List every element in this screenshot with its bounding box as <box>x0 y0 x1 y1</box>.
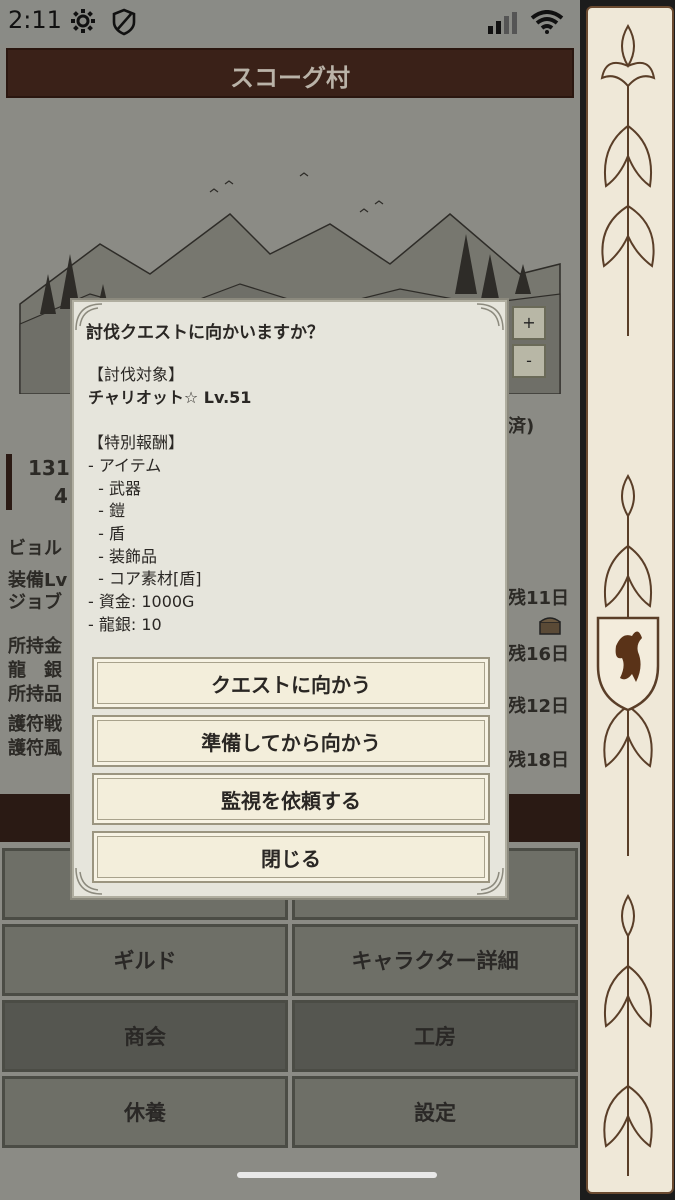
reward-line: - 武器 <box>88 479 142 498</box>
go-to-quest-button[interactable]: クエストに向かう <box>92 657 490 709</box>
stat-value-1: 131 <box>28 456 70 480</box>
settings-gear-icon <box>71 9 95 33</box>
reward-header: 【特別報酬】 <box>88 433 185 452</box>
stat-bar-marker <box>6 454 12 510</box>
reward-line: - 装飾品 <box>88 547 158 566</box>
label-charm-wind: 護符風 <box>8 738 62 759</box>
request-watch-button[interactable]: 監視を依頼する <box>92 773 490 825</box>
wifi-icon <box>530 10 564 34</box>
reward-line: - 龍銀: 10 <box>88 615 162 634</box>
zoom-out-button[interactable]: - <box>512 344 546 378</box>
reward-line: - アイテム <box>88 456 162 475</box>
workshop-button[interactable]: 工房 <box>292 1000 578 1072</box>
dialog-question: 討伐クエストに向かいますか？ <box>86 323 324 343</box>
close-button[interactable]: 閉じる <box>92 831 490 883</box>
character-detail-button[interactable]: キャラクター詳細 <box>292 924 578 996</box>
treasure-chest-icon <box>539 617 561 635</box>
reward-line: - 鎧 <box>88 501 126 520</box>
stat-value-2: 4 <box>54 484 68 508</box>
rest-button[interactable]: 休養 <box>2 1076 288 1148</box>
status-fragment: 済) <box>508 416 535 437</box>
corner-ornament-icon <box>476 303 504 331</box>
status-time: 2:11 <box>8 6 62 34</box>
days-left-3: 残12日 <box>508 696 570 717</box>
label-charm-battle: 護符戦 <box>8 714 62 735</box>
ornamental-border-panel <box>580 0 675 1200</box>
label-job: ジョブ <box>8 592 62 613</box>
guild-button[interactable]: ギルド <box>2 924 288 996</box>
fleur-de-lis-ornament-icon <box>596 24 660 1176</box>
target-header: 【討伐対象】 <box>88 365 185 384</box>
reward-line: - 資金: 1000G <box>88 592 195 611</box>
prepare-then-go-button[interactable]: 準備してから向かう <box>92 715 490 767</box>
days-left-4: 残18日 <box>508 750 570 771</box>
quest-confirm-dialog: 討伐クエストに向かいますか？ 【討伐対象】 チャリオット☆ Lv.51 【特別報… <box>72 300 507 898</box>
cellular-signal-icon <box>488 12 517 34</box>
label-bjor: ビョル <box>8 538 62 559</box>
trading-company-button[interactable]: 商会 <box>2 1000 288 1072</box>
shield-blocked-icon <box>112 8 136 36</box>
days-left-1: 残11日 <box>508 588 570 609</box>
label-dragon-silver: 龍 銀 <box>8 660 62 681</box>
reward-line: - コア素材[盾] <box>88 569 202 588</box>
label-inventory: 所持品 <box>8 684 62 705</box>
zoom-in-button[interactable]: + <box>512 306 546 340</box>
settings-button[interactable]: 設定 <box>292 1076 578 1148</box>
reward-line: - 盾 <box>88 524 126 543</box>
label-money: 所持金 <box>8 636 62 657</box>
village-title: スコーグ村 <box>230 64 350 92</box>
home-indicator[interactable] <box>237 1172 437 1178</box>
village-title-bar: スコーグ村 <box>6 48 574 98</box>
target-name: チャリオット☆ Lv.51 <box>88 388 252 407</box>
status-bar: 2:11 <box>0 0 580 44</box>
days-left-2: 残16日 <box>508 644 570 665</box>
